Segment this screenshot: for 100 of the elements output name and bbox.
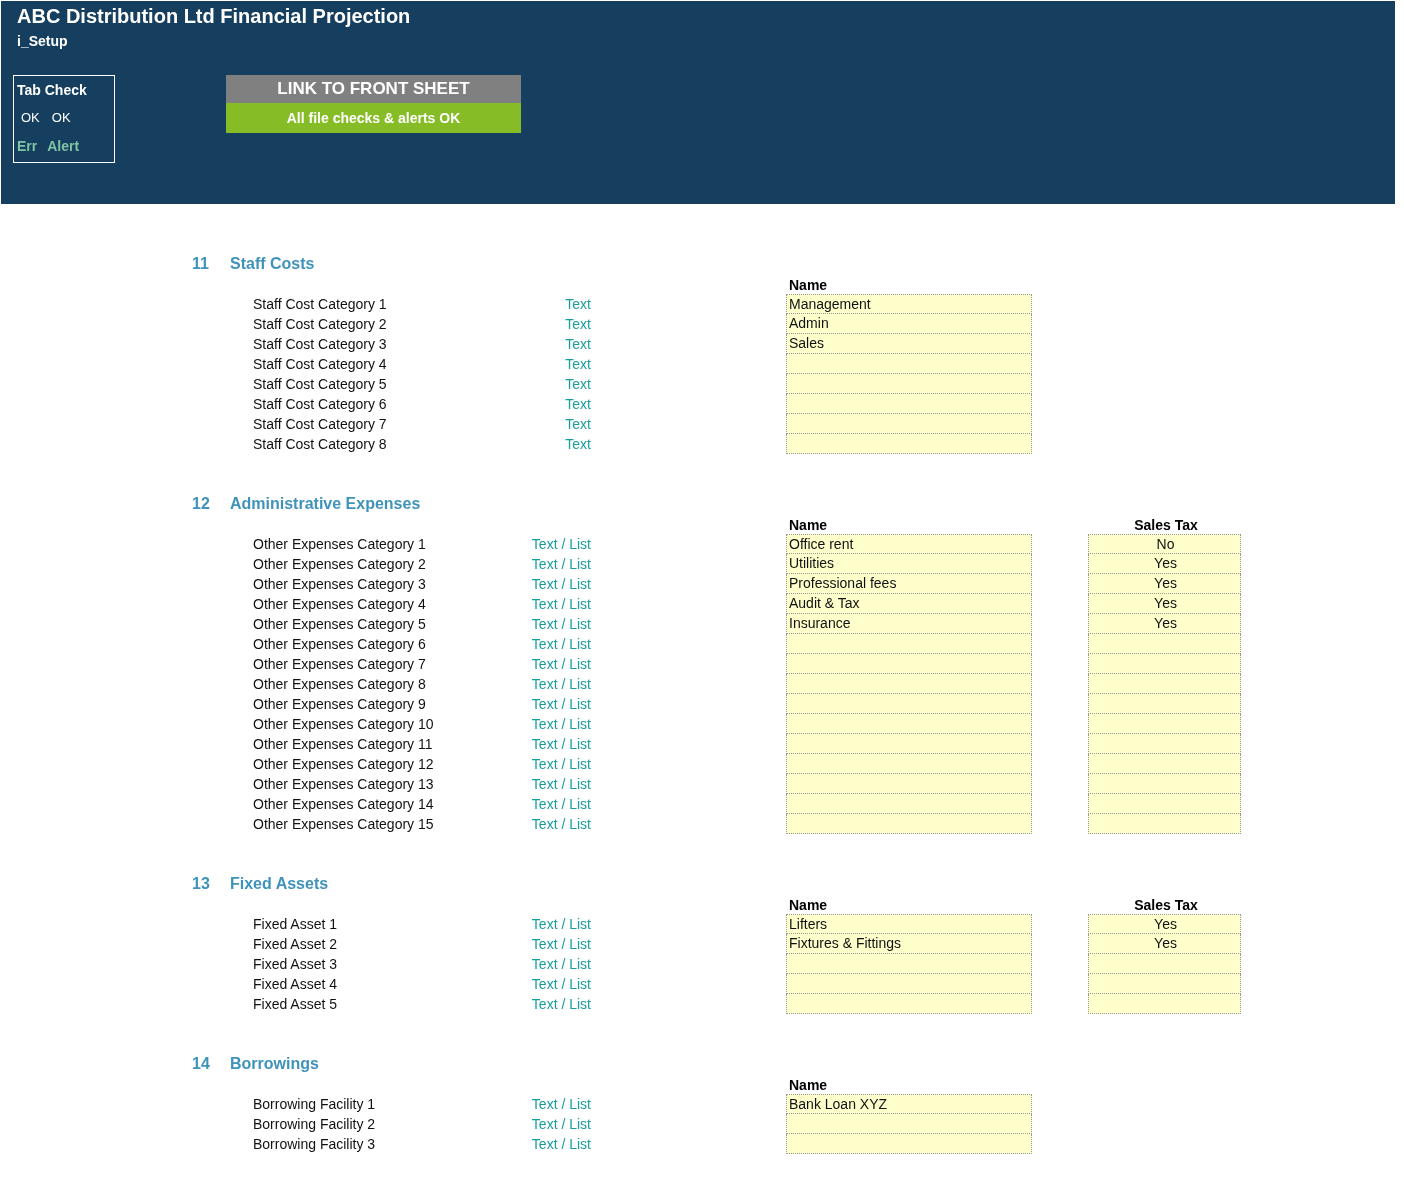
input-type-hint: Text / List	[530, 716, 591, 732]
input-cell[interactable]	[1088, 994, 1241, 1014]
row-label: Other Expenses Category 12	[253, 756, 435, 772]
row-label: Staff Cost Category 7	[253, 416, 388, 432]
input-cell[interactable]	[786, 954, 1032, 974]
input-type-hint: Text	[564, 336, 591, 352]
sheet-name: i_Setup	[17, 32, 69, 50]
input-type-hint: Text / List	[530, 656, 591, 672]
input-type-hint: Text / List	[530, 536, 591, 552]
input-cell[interactable]: Yes	[1088, 614, 1241, 634]
input-cell[interactable]	[1088, 654, 1241, 674]
input-cell[interactable]: Management	[786, 294, 1032, 314]
input-cell[interactable]	[1088, 754, 1241, 774]
input-type-hint: Text / List	[530, 676, 591, 692]
section-title: Staff Costs	[230, 255, 315, 273]
input-cell[interactable]	[1088, 734, 1241, 754]
input-cell[interactable]	[786, 734, 1032, 754]
input-cell[interactable]	[786, 974, 1032, 994]
input-type-hint: Text	[564, 316, 591, 332]
row-label: Other Expenses Category 5	[253, 616, 427, 632]
input-type-hint: Text / List	[530, 556, 591, 572]
row-label: Fixed Asset 1	[253, 916, 339, 932]
input-type-hint: Text	[564, 436, 591, 452]
section-number: 12	[192, 495, 211, 513]
input-type-hint: Text	[564, 416, 591, 432]
row-label: Other Expenses Category 6	[253, 636, 427, 652]
row-label: Other Expenses Category 11	[253, 736, 434, 752]
input-cell[interactable]: Yes	[1088, 574, 1241, 594]
input-cell[interactable]	[1088, 674, 1241, 694]
input-type-hint: Text / List	[530, 996, 591, 1012]
input-cell[interactable]	[786, 814, 1032, 834]
input-cell[interactable]: Professional fees	[786, 574, 1032, 594]
input-cell[interactable]	[786, 774, 1032, 794]
input-cell[interactable]: No	[1088, 534, 1241, 554]
input-cell[interactable]	[786, 694, 1032, 714]
check-flag-label: Err	[17, 137, 38, 155]
row-label: Staff Cost Category 8	[253, 436, 388, 452]
input-cell[interactable]	[1088, 694, 1241, 714]
row-label: Staff Cost Category 5	[253, 376, 388, 392]
input-type-hint: Text / List	[530, 1096, 591, 1112]
row-label: Borrowing Facility 2	[253, 1116, 377, 1132]
input-type-hint: Text / List	[530, 596, 591, 612]
input-cell[interactable]	[786, 754, 1032, 774]
workbook-title: ABC Distribution Ltd Financial Projection	[17, 4, 412, 28]
column-header: Sales Tax	[1133, 517, 1199, 534]
input-cell[interactable]	[786, 654, 1032, 674]
input-cell[interactable]	[1088, 774, 1241, 794]
input-type-hint: Text / List	[530, 696, 591, 712]
link-to-front-sheet-button[interactable]: LINK TO FRONT SHEET	[226, 75, 521, 103]
input-cell[interactable]	[786, 1134, 1032, 1154]
input-cell[interactable]: Lifters	[786, 914, 1032, 934]
input-cell[interactable]	[786, 634, 1032, 654]
input-cell[interactable]: Bank Loan XYZ	[786, 1094, 1032, 1114]
input-cell[interactable]	[786, 674, 1032, 694]
input-cell[interactable]: Utilities	[786, 554, 1032, 574]
input-cell[interactable]	[1088, 954, 1241, 974]
input-cell[interactable]	[786, 994, 1032, 1014]
input-cell[interactable]	[786, 794, 1032, 814]
input-cell[interactable]: Fixtures & Fittings	[786, 934, 1032, 954]
input-cell[interactable]	[786, 714, 1032, 734]
row-label: Staff Cost Category 6	[253, 396, 388, 412]
row-label: Staff Cost Category 3	[253, 336, 388, 352]
input-cell[interactable]: Yes	[1088, 554, 1241, 574]
input-cell[interactable]: Yes	[1088, 934, 1241, 954]
row-label: Other Expenses Category 10	[253, 716, 435, 732]
row-label: Fixed Asset 4	[253, 976, 339, 992]
input-type-hint: Text / List	[530, 916, 591, 932]
input-cell[interactable]: Admin	[786, 314, 1032, 334]
check-status: OK	[21, 109, 40, 127]
row-label: Borrowing Facility 3	[253, 1136, 377, 1152]
row-label: Staff Cost Category 4	[253, 356, 388, 372]
input-cell[interactable]	[1088, 714, 1241, 734]
input-cell[interactable]: Insurance	[786, 614, 1032, 634]
input-type-hint: Text	[564, 376, 591, 392]
input-type-hint: Text	[564, 296, 591, 312]
input-type-hint: Text / List	[530, 1136, 591, 1152]
input-cell[interactable]: Sales	[786, 334, 1032, 354]
input-cell[interactable]	[786, 394, 1032, 414]
input-cell[interactable]	[786, 1114, 1032, 1134]
column-header: Sales Tax	[1133, 897, 1199, 914]
input-cell[interactable]	[1088, 814, 1241, 834]
input-cell[interactable]	[786, 434, 1032, 454]
input-cell[interactable]: Yes	[1088, 914, 1241, 934]
input-cell[interactable]	[1088, 974, 1241, 994]
input-cell[interactable]	[1088, 794, 1241, 814]
input-cell[interactable]: Yes	[1088, 594, 1241, 614]
section-title: Administrative Expenses	[230, 495, 421, 513]
input-cell[interactable]	[786, 414, 1032, 434]
input-cell[interactable]: Audit & Tax	[786, 594, 1032, 614]
input-cell[interactable]: Office rent	[786, 534, 1032, 554]
input-type-hint: Text / List	[530, 576, 591, 592]
input-cell[interactable]	[1088, 634, 1241, 654]
row-label: Staff Cost Category 2	[253, 316, 388, 332]
check-flag-label: Alert	[47, 137, 80, 155]
row-label: Other Expenses Category 4	[253, 596, 427, 612]
input-cell[interactable]	[786, 374, 1032, 394]
row-label: Other Expenses Category 3	[253, 576, 427, 592]
input-type-hint: Text	[564, 396, 591, 412]
input-type-hint: Text	[564, 356, 591, 372]
input-cell[interactable]	[786, 354, 1032, 374]
